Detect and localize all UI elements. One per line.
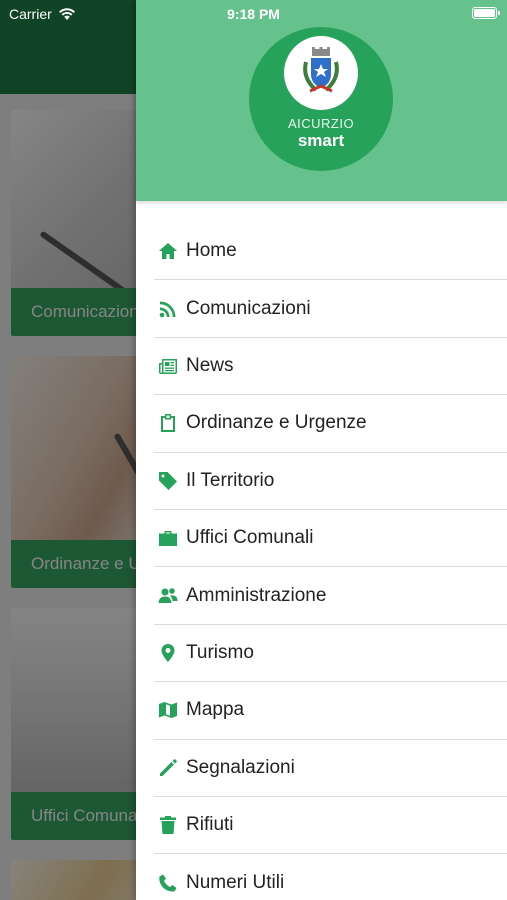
menu-item-label: Turismo xyxy=(186,641,254,663)
map-marker-icon xyxy=(154,642,186,664)
menu-item-amministrazione[interactable]: Amministrazione xyxy=(154,567,507,625)
menu-item-mappa[interactable]: Mappa xyxy=(154,682,507,740)
menu-item-label: Numeri Utili xyxy=(186,871,285,893)
menu-item-comunicazioni[interactable]: Comunicazioni xyxy=(154,280,507,338)
menu-item-ordinanze[interactable]: Ordinanze e Urgenze xyxy=(154,395,507,453)
map-icon xyxy=(154,699,186,721)
menu-item-label: Uffici Comunali xyxy=(186,527,314,549)
rss-icon xyxy=(154,298,186,320)
menu-item-label: Rifiuti xyxy=(186,814,234,836)
menu-item-label: Comunicazioni xyxy=(186,297,311,319)
menu-item-label: Ordinanze e Urgenze xyxy=(186,412,367,434)
pencil-icon xyxy=(154,757,186,779)
navigation-drawer: AICURZIO smart Home Comunicazioni News O… xyxy=(136,0,507,900)
briefcase-icon xyxy=(154,527,186,549)
logo-text-town: AICURZIO xyxy=(287,116,355,131)
home-icon xyxy=(154,240,186,262)
menu-item-news[interactable]: News xyxy=(154,338,507,396)
menu-item-label: Amministrazione xyxy=(186,584,327,606)
newspaper-icon xyxy=(154,355,186,377)
drawer-menu: Home Comunicazioni News Ordinanze e Urge… xyxy=(154,223,507,900)
clipboard-icon xyxy=(154,412,186,434)
menu-item-label: Mappa xyxy=(186,699,245,721)
menu-item-label: Home xyxy=(186,240,237,262)
menu-item-label: Segnalazioni xyxy=(186,756,295,778)
coat-of-arms-icon xyxy=(284,36,358,110)
menu-item-label: News xyxy=(186,354,234,376)
status-time: 9:18 PM xyxy=(227,6,280,22)
menu-item-territorio[interactable]: Il Territorio xyxy=(154,453,507,510)
trash-icon xyxy=(154,814,186,836)
battery-icon xyxy=(472,7,500,19)
users-icon xyxy=(154,585,186,607)
menu-item-segnalazioni[interactable]: Segnalazioni xyxy=(154,740,507,797)
menu-item-home[interactable]: Home xyxy=(154,223,507,281)
menu-item-label: Il Territorio xyxy=(186,469,275,491)
menu-item-uffici[interactable]: Uffici Comunali xyxy=(154,510,507,568)
menu-item-numeri-utili[interactable]: Numeri Utili xyxy=(154,854,507,900)
menu-item-turismo[interactable]: Turismo xyxy=(154,625,507,683)
drawer-header: AICURZIO smart xyxy=(136,0,507,201)
tag-icon xyxy=(154,470,186,492)
logo-text-brand: smart xyxy=(297,131,345,150)
menu-item-rifiuti[interactable]: Rifiuti xyxy=(154,797,507,855)
app-logo: AICURZIO smart xyxy=(249,27,393,171)
phone-icon xyxy=(154,872,186,894)
status-bar: Carrier 9:18 PM xyxy=(0,0,507,28)
